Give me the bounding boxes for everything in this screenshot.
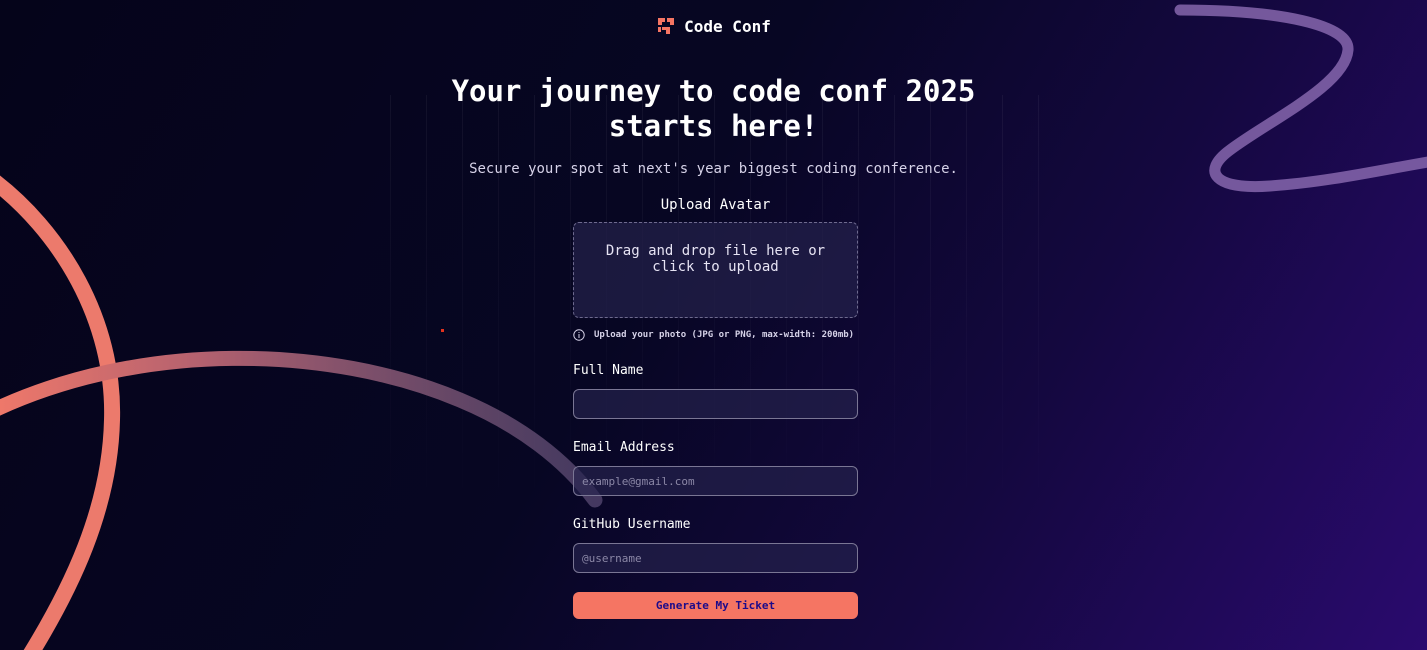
coral-curve-vertical [0, 175, 121, 650]
brand-name: Code Conf [684, 16, 771, 36]
red-dot-decoration [441, 329, 444, 332]
upload-hint: Upload your photo (JPG or PNG, max-width… [573, 328, 858, 342]
full-name-input[interactable] [573, 389, 858, 419]
upload-hint-text: Upload your photo (JPG or PNG, max-width… [594, 330, 855, 340]
email-label: Email Address [573, 440, 675, 455]
brand-logo: Code Conf [0, 16, 1427, 36]
code-conf-logo-icon [658, 18, 675, 34]
dropzone-instructions: Drag and drop file here or click to uplo… [605, 243, 826, 275]
page-title-line-2: starts here! [608, 109, 819, 143]
ticket-form: Upload Avatar Drag and drop file here or… [573, 196, 858, 619]
email-input[interactable] [573, 466, 858, 496]
page-subtitle: Secure your spot at next's year biggest … [469, 161, 958, 177]
generate-ticket-button[interactable]: Generate My Ticket [573, 592, 858, 619]
full-name-label: Full Name [573, 363, 644, 378]
page-title-line-1: Your journey to code conf 2025 [451, 74, 976, 108]
info-icon [573, 329, 585, 341]
avatar-dropzone[interactable]: Drag and drop file here or click to uplo… [573, 222, 858, 318]
coral-curve-horizontal [0, 350, 603, 508]
page-title: Your journey to code conf 2025 starts he… [0, 74, 1427, 144]
github-username-input[interactable] [573, 543, 858, 573]
upload-avatar-label: Upload Avatar [660, 197, 771, 213]
github-username-label: GitHub Username [573, 517, 691, 532]
